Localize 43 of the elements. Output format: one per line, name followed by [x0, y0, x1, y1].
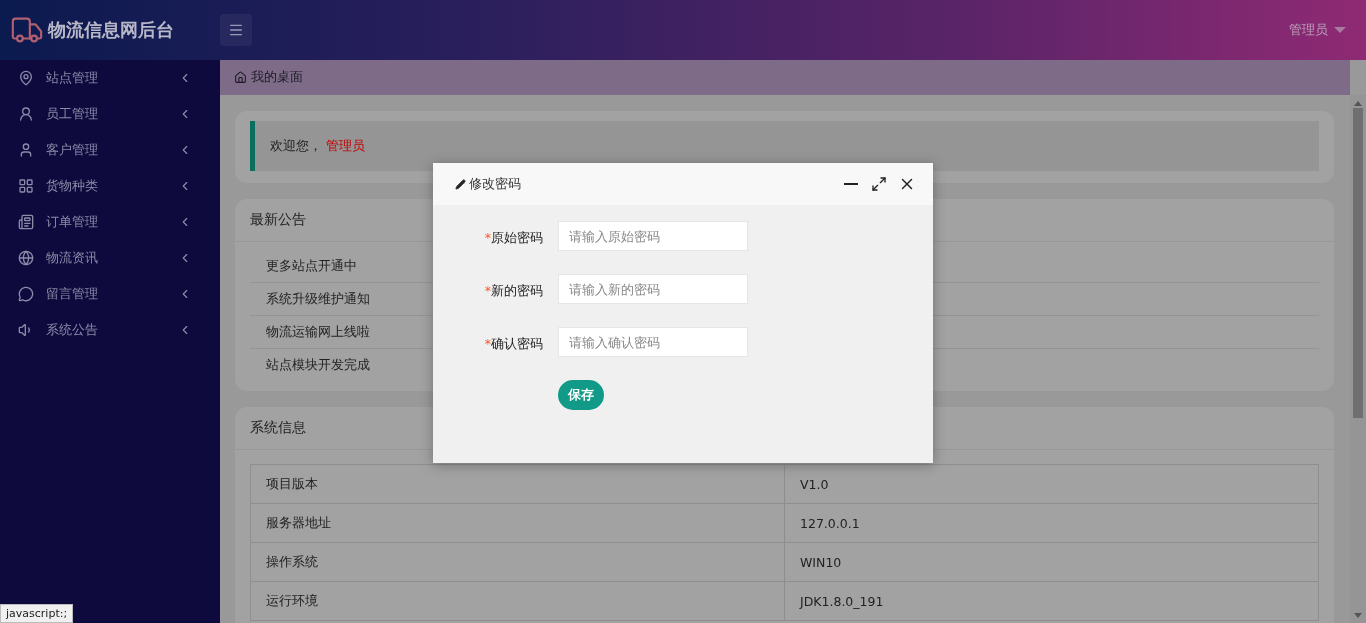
app-title: 物流信息网后台	[48, 18, 174, 42]
chat-icon	[18, 286, 34, 302]
user-menu[interactable]: 管理员	[1289, 21, 1346, 39]
sidebar-item[interactable]: 物流资讯	[0, 240, 220, 276]
menu-icon	[228, 22, 244, 38]
dialog-title: 修改密码	[469, 175, 522, 193]
password-field[interactable]: 请输入原始密码	[558, 221, 748, 251]
sidebar-item[interactable]: 站点管理	[0, 60, 220, 96]
password-field[interactable]: 请输入新的密码	[558, 274, 748, 304]
list-icon	[18, 214, 34, 230]
breadcrumb-link[interactable]: 我的桌面	[251, 69, 303, 86]
table-cell: 127.0.0.1	[784, 503, 1319, 543]
grid-icon	[18, 178, 34, 194]
status-url: javascript:;	[0, 604, 74, 623]
welcome-message: 欢迎您， 管理员	[250, 121, 1319, 171]
pencil-icon	[455, 178, 466, 190]
sidebar-item[interactable]: 货物种类	[0, 168, 220, 204]
table-cell: JDK1.8.0_191	[784, 581, 1319, 621]
save-button[interactable]: 保存	[558, 380, 604, 410]
sidebar-item[interactable]: 客户管理	[0, 132, 220, 168]
scrollbar[interactable]	[1350, 95, 1366, 623]
menu-button[interactable]	[220, 14, 252, 46]
password-field[interactable]: 请输入确认密码	[558, 327, 748, 357]
minimize-icon	[844, 183, 858, 185]
table-cell: V1.0	[784, 464, 1319, 504]
sidebar-item[interactable]: 留言管理	[0, 276, 220, 312]
sidebar-item[interactable]: 员工管理	[0, 96, 220, 132]
maximize-button[interactable]	[871, 176, 887, 192]
globe-icon	[18, 250, 34, 266]
home-icon	[234, 71, 247, 84]
table-cell: 运行环境	[250, 581, 785, 621]
maximize-icon	[871, 176, 887, 192]
table-cell: 项目版本	[250, 464, 785, 504]
table-cell: WIN10	[784, 542, 1319, 582]
person-icon	[18, 106, 34, 122]
sidebar-item[interactable]: 系统公告	[0, 312, 220, 348]
field-label: *确认密码	[483, 335, 544, 353]
table-cell: 操作系统	[250, 542, 785, 582]
field-label: *新的密码	[483, 282, 544, 300]
table-cell: 服务器地址	[250, 503, 785, 543]
user-icon	[18, 142, 34, 158]
map-pin-icon	[18, 70, 34, 86]
sidebar-item[interactable]: 订单管理	[0, 204, 220, 240]
